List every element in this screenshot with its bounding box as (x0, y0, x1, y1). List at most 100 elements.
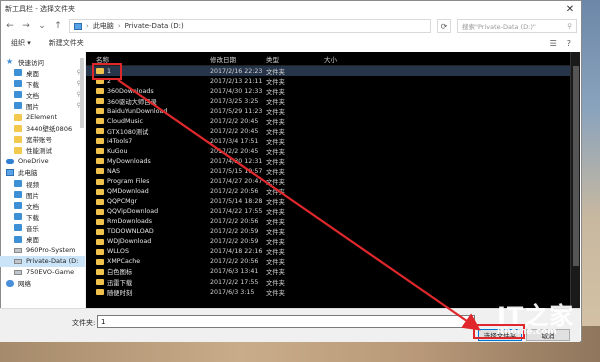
nav-onedrive[interactable]: OneDrive (0, 156, 85, 167)
sidebar-item-pc-2[interactable]: 文档 (0, 200, 85, 211)
file-row[interactable]: 360Downloads 2017/4/30 12:33 文件夹 (86, 86, 580, 96)
file-date: 2017/3/4 17:51 (210, 137, 259, 145)
file-date: 2017/2/2 17:55 (210, 278, 259, 286)
address-bar-row: ← → ⌄ ↑ › 此电脑 › Private-Data (D:) ⟳ 搜索"P… (1, 17, 581, 35)
file-list-scrollbar[interactable] (570, 52, 580, 308)
file-type: 文件夹 (266, 138, 285, 146)
close-icon[interactable]: ✕ (559, 4, 581, 15)
sidebar-item-label: 宽带账号 (26, 136, 52, 145)
sidebar-item-pc-1[interactable]: 图片 (0, 189, 85, 200)
sidebar-item-pc-4[interactable]: 音乐 (0, 222, 85, 233)
scrollbar-thumb[interactable] (573, 66, 579, 266)
sidebar-item-pc-0[interactable]: 视频 (0, 178, 85, 189)
file-row[interactable]: QQPCMgr 2017/5/14 18:28 文件夹 (86, 197, 580, 207)
file-row[interactable]: XMPCache 2017/2/2 20:56 文件夹 (86, 257, 580, 267)
nav-quick-access[interactable]: ★ 快速访问 (0, 56, 85, 67)
breadcrumb-this-pc[interactable]: 此电脑 (93, 21, 114, 31)
file-row[interactable]: 白色图标 2017/6/3 13:41 文件夹 (86, 267, 580, 277)
folder-label: 文件夹: (72, 319, 96, 327)
file-row[interactable]: BaiduYunDownload 2017/5/29 11:23 文件夹 (86, 106, 580, 116)
file-row[interactable]: MyDownloads 2017/4/30 12:31 文件夹 (86, 156, 580, 166)
file-row[interactable]: QMDownload 2017/2/2 20:56 文件夹 (86, 187, 580, 197)
column-size[interactable]: 大小 (324, 54, 364, 64)
column-date[interactable]: 修改日期 (210, 54, 266, 64)
organize-menu[interactable]: 组织 ▾ (11, 38, 31, 48)
sidebar-item-pc-5[interactable]: 桌面 (0, 234, 85, 245)
file-row[interactable]: TDDOWNLOAD 2017/2/2 20:59 文件夹 (86, 227, 580, 237)
file-row[interactable]: CloudMusic 2017/2/2 20:45 文件夹 (86, 116, 580, 126)
search-input[interactable]: 搜索"Private-Data (D:)" ⚲ (457, 19, 577, 33)
column-type[interactable]: 类型 (266, 54, 324, 64)
sidebar-item-label: Private-Data (D: (26, 257, 79, 266)
library-icon (14, 102, 22, 110)
sidebar-item-pc-3[interactable]: 下载 (0, 211, 85, 222)
file-row[interactable]: Program Files 2017/4/27 20:47 文件夹 (86, 177, 580, 187)
forward-icon[interactable]: → (21, 21, 31, 31)
sidebar-item-drive-0[interactable]: 960Pro-System (0, 245, 85, 256)
file-row[interactable]: 迅雷下载 2017/2/2 17:55 文件夹 (86, 277, 580, 287)
library-icon (14, 213, 22, 221)
file-name: XMPCache (107, 258, 141, 266)
sidebar-item-drive-2[interactable]: 750EVO-Game (0, 267, 85, 278)
view-options-icon[interactable]: ☰ (550, 39, 557, 48)
sidebar-item-label: 音乐 (26, 224, 39, 233)
file-row[interactable]: 1 2017/2/16 22:23 文件夹 (86, 66, 580, 77)
file-row[interactable]: QQVipDownload 2017/4/22 17:55 文件夹 (86, 207, 580, 217)
sidebar-item-label: 图片 (26, 191, 39, 200)
network-icon (6, 279, 14, 287)
file-type: 文件夹 (266, 158, 285, 166)
file-name-cell: 随便时刻 (86, 288, 210, 297)
sidebar-item-label: 视频 (26, 180, 39, 189)
help-icon[interactable]: ? (567, 39, 571, 48)
file-type: 文件夹 (266, 259, 285, 267)
file-row[interactable]: 360驱动大师目录 2017/3/25 3:25 文件夹 (86, 96, 580, 106)
sidebar-item-quick-4[interactable]: 2Element (0, 111, 85, 122)
file-name: WDJDownload (107, 238, 152, 246)
address-input[interactable]: › 此电脑 › Private-Data (D:) (69, 19, 431, 33)
chevron-down-icon[interactable]: ⌄ (37, 21, 47, 31)
sidebar-item-quick-1[interactable]: 下载 ⚲ (0, 78, 85, 89)
file-row[interactable]: NAS 2017/5/15 19:57 文件夹 (86, 166, 580, 176)
file-name: 360Downloads (107, 87, 154, 95)
nav-label: OneDrive (18, 157, 49, 166)
sidebar-item-label: 桌面 (26, 69, 39, 78)
file-date: 2017/4/27 20:47 (210, 178, 263, 186)
file-row[interactable]: WDJDownload 2017/2/2 20:59 文件夹 (86, 237, 580, 247)
folder-name-input[interactable]: 1 (97, 315, 475, 328)
file-row[interactable]: GTX1080测试 2017/2/2 20:45 文件夹 (86, 126, 580, 136)
nav-this-pc[interactable]: 此电脑 (0, 167, 85, 178)
sidebar-item-quick-5[interactable]: 3440壁纸0806 (0, 123, 85, 134)
column-name[interactable]: 名称 (86, 54, 210, 64)
refresh-button[interactable]: ⟳ (437, 19, 451, 33)
folder-icon (96, 198, 104, 205)
drive-icon (14, 258, 22, 264)
file-name: QMDownload (107, 188, 149, 196)
file-row[interactable]: 2 2017/2/13 21:11 文件夹 (86, 76, 580, 86)
library-icon (14, 191, 22, 199)
file-type: 文件夹 (266, 168, 285, 176)
up-icon[interactable]: ↑ (53, 21, 63, 31)
new-folder-button[interactable]: 新建文件夹 (49, 38, 84, 48)
file-type: 文件夹 (266, 249, 285, 257)
breadcrumb-drive[interactable]: Private-Data (D:) (125, 22, 184, 30)
nav-network[interactable]: 网络 (0, 278, 85, 289)
sidebar-item-quick-3[interactable]: 图片 ⚲ (0, 100, 85, 111)
sidebar-item-quick-2[interactable]: 文档 ⚲ (0, 89, 85, 100)
sidebar-item-label: 文档 (26, 91, 39, 100)
sidebar-item-label: 桌面 (26, 236, 39, 245)
file-row[interactable]: KuGou 2017/2/2 20:45 文件夹 (86, 146, 580, 156)
sidebar-item-drive-1[interactable]: Private-Data (D: (0, 255, 85, 267)
file-row[interactable]: i4Tools7 2017/3/4 17:51 文件夹 (86, 136, 580, 146)
sidebar-item-quick-7[interactable]: 性能测试 (0, 145, 85, 156)
file-name: QQVipDownload (107, 208, 159, 216)
file-row[interactable]: WLLOS 2017/4/18 22:16 文件夹 (86, 247, 580, 257)
folder-icon (96, 98, 104, 105)
sidebar-scrollbar[interactable] (80, 58, 84, 128)
file-row[interactable]: RmDownloads 2017/2/2 20:56 文件夹 (86, 217, 580, 227)
back-icon[interactable]: ← (5, 21, 15, 31)
file-date: 2017/4/22 17:55 (210, 208, 263, 216)
navigation-pane: ★ 快速访问 桌面 ⚲ 下载 ⚲ 文档 ⚲ 图片 ⚲ 2Element 3440壁纸0806 宽带账… (0, 52, 86, 308)
sidebar-item-quick-6[interactable]: 宽带账号 (0, 134, 85, 145)
sidebar-item-quick-0[interactable]: 桌面 ⚲ (0, 67, 85, 78)
folder-icon (96, 148, 104, 155)
